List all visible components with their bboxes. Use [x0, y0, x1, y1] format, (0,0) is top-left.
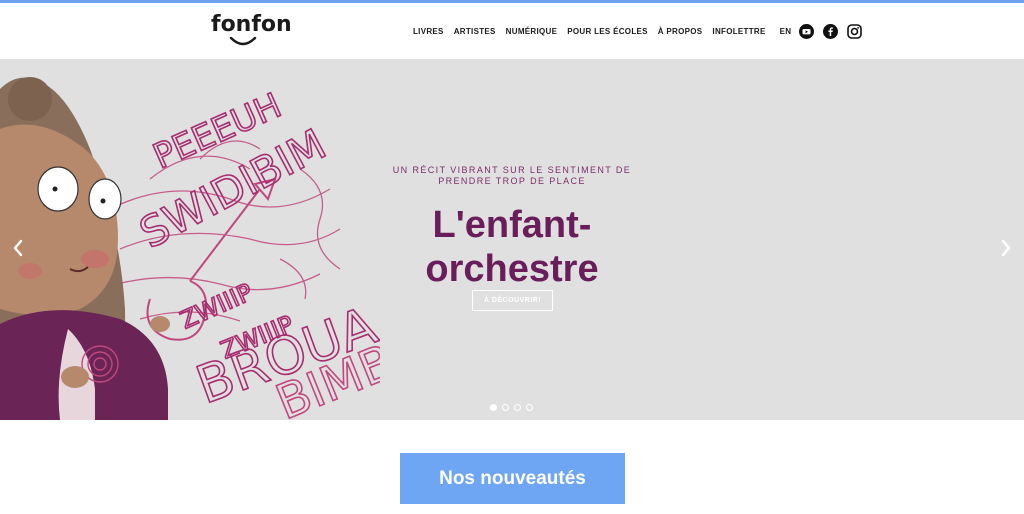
chevron-left-icon — [13, 239, 23, 257]
carousel-dot-2[interactable] — [502, 404, 509, 411]
new-releases-button[interactable]: Nos nouveautés — [400, 453, 625, 504]
carousel-prev-arrow[interactable] — [10, 237, 26, 259]
nav-item-pour-les-ecoles[interactable]: POUR LES ÉCOLES — [567, 27, 648, 36]
site-header: fonfon LIVRES ARTISTES NUMÉRIQUE POUR LE… — [0, 3, 1024, 59]
hero-carousel: PEEEUH SWIDIBIM ZWIIIP ZWIIIP BROUA BIMB… — [0, 59, 1024, 420]
nav-item-livres[interactable]: LIVRES — [413, 27, 444, 36]
facebook-icon[interactable] — [823, 23, 839, 39]
carousel-dot-4[interactable] — [526, 404, 533, 411]
logo-text: fonfon — [211, 12, 292, 37]
carousel-dot-1[interactable] — [490, 404, 497, 411]
discover-button[interactable]: À DÉCOUVRIR! — [472, 290, 553, 311]
word-zwiiip-1: ZWIIIP — [176, 278, 257, 334]
hero-title: L'enfant-orchestre — [425, 204, 599, 290]
nav-item-artistes[interactable]: ARTISTES — [454, 27, 496, 36]
fonfon-logo[interactable]: fonfon — [211, 12, 292, 54]
logo-smile-icon — [229, 36, 257, 46]
youtube-icon[interactable] — [799, 23, 815, 39]
hero-illustration: PEEEUH SWIDIBIM ZWIIIP ZWIIIP BROUA BIMB… — [0, 77, 380, 420]
carousel-next-arrow[interactable] — [998, 237, 1014, 259]
instagram-icon[interactable] — [847, 23, 863, 39]
hero-text-block: UN RÉCIT VIBRANT SUR LE SENTIMENT DE PRE… — [392, 165, 632, 291]
carousel-dots — [490, 404, 538, 411]
language-switch[interactable]: EN — [780, 27, 792, 36]
hero-tagline: UN RÉCIT VIBRANT SUR LE SENTIMENT DE PRE… — [392, 165, 632, 186]
carousel-dot-3[interactable] — [514, 404, 521, 411]
nav-item-infolettre[interactable]: INFOLETTRE — [712, 27, 765, 36]
nav-item-numerique[interactable]: NUMÉRIQUE — [506, 27, 558, 36]
main-nav: LIVRES ARTISTES NUMÉRIQUE POUR LES ÉCOLE… — [413, 23, 871, 39]
chevron-right-icon — [1001, 239, 1011, 257]
nav-item-a-propos[interactable]: À PROPOS — [658, 27, 703, 36]
